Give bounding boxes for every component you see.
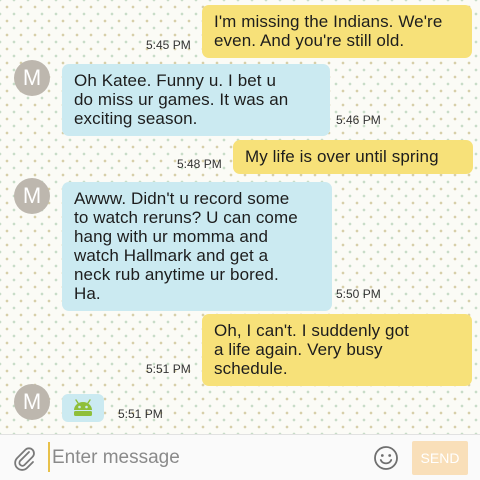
contact-avatar[interactable]: M: [14, 178, 50, 214]
message-line: Oh, I can't. I suddenly got: [214, 321, 409, 340]
text-cursor: [48, 442, 50, 472]
message-line: neck rub anytime ur bored.: [74, 265, 279, 284]
message-line: watch Hallmark and get a: [74, 246, 269, 265]
message-timestamp: 5:51 PM: [118, 407, 163, 421]
outgoing-message-bubble[interactable]: Oh, I can't. I suddenly got a life again…: [202, 314, 472, 386]
message-line: exciting season.: [74, 109, 198, 128]
message-line: to watch reruns? U can come: [74, 208, 298, 227]
contact-avatar[interactable]: M: [14, 60, 50, 96]
message-timestamp: 5:46 PM: [336, 113, 381, 127]
emoji-icon[interactable]: [373, 445, 399, 471]
incoming-message-bubble[interactable]: Awww. Didn't u record some to watch reru…: [62, 182, 332, 311]
message-line: Ha.: [74, 284, 101, 303]
message-line: I'm missing the Indians. We're: [214, 12, 443, 31]
message-line: schedule.: [214, 359, 288, 378]
outgoing-message-bubble[interactable]: I'm missing the Indians. We're even. And…: [202, 5, 472, 58]
image-attachment-bubble[interactable]: [62, 394, 104, 422]
message-line: My life is over until spring: [245, 147, 439, 166]
message-line: Awww. Didn't u record some: [74, 189, 290, 208]
outgoing-message-bubble[interactable]: My life is over until spring: [233, 140, 473, 174]
compose-bar: Enter message SEND: [0, 434, 480, 480]
message-timestamp: 5:48 PM: [177, 157, 222, 171]
message-line: a life again. Very busy: [214, 340, 383, 359]
message-line: even. And you're still old.: [214, 31, 405, 50]
message-line: do miss ur games. It was an: [74, 90, 289, 109]
message-timestamp: 5:51 PM: [146, 362, 191, 376]
message-timestamp: 5:45 PM: [146, 38, 191, 52]
message-line: hang with ur momma and: [74, 227, 269, 246]
send-button[interactable]: SEND: [412, 441, 468, 475]
message-timestamp: 5:50 PM: [336, 287, 381, 301]
android-icon: [74, 399, 92, 416]
message-line: Oh Katee. Funny u. I bet u: [74, 71, 277, 90]
paperclip-icon[interactable]: [12, 445, 38, 471]
contact-avatar[interactable]: M: [14, 384, 50, 420]
incoming-message-bubble[interactable]: Oh Katee. Funny u. I bet u do miss ur ga…: [62, 64, 330, 136]
message-thread: 5:45 PM I'm missing the Indians. We're e…: [0, 0, 480, 434]
message-input[interactable]: Enter message: [52, 447, 180, 469]
